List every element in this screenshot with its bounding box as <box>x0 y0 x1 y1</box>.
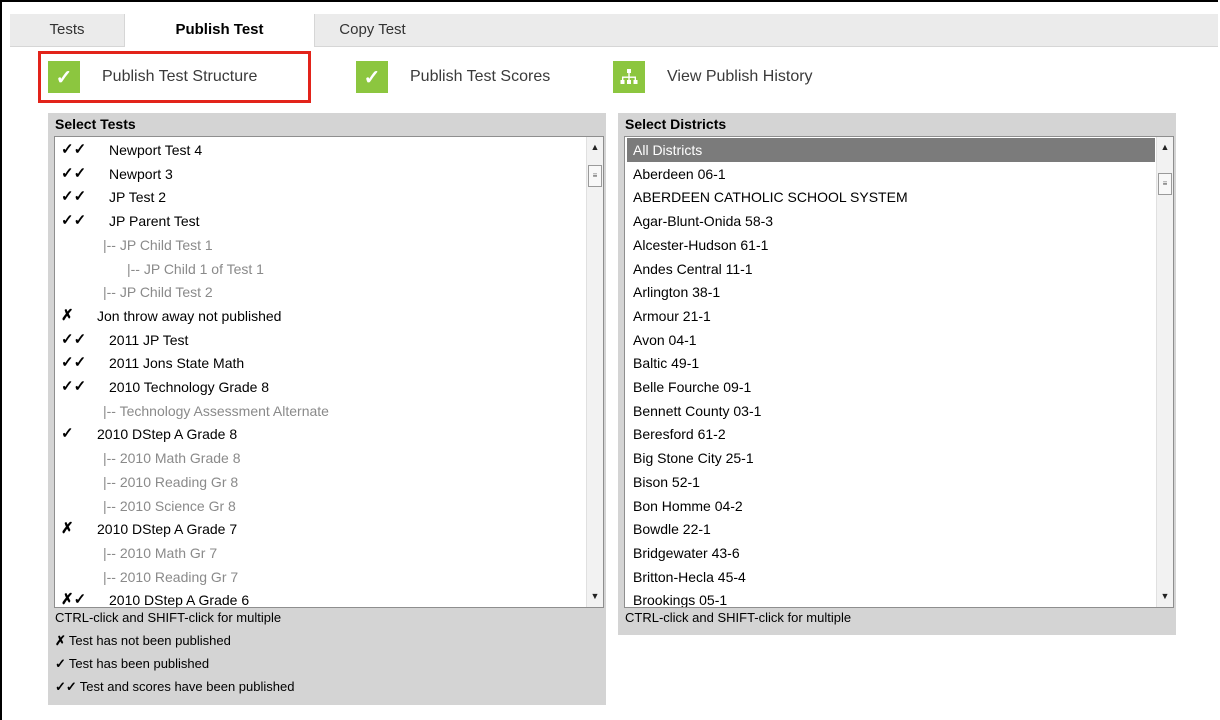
district-list-item[interactable]: Baltic 49-1 <box>627 351 1155 375</box>
double-check-icon: ✓✓ <box>55 679 77 694</box>
scroll-thumb[interactable]: ≡ <box>1158 173 1172 195</box>
district-list-item[interactable]: Bennett County 03-1 <box>627 399 1155 423</box>
publish-test-scores-label: Publish Test Scores <box>410 68 551 85</box>
district-list-item[interactable]: Andes Central 11-1 <box>627 257 1155 281</box>
test-label: |-- 2010 Reading Gr 8 <box>103 473 239 490</box>
district-list-item[interactable]: Alcester-Hudson 61-1 <box>627 233 1155 257</box>
tests-listbox[interactable]: ▲ ≡ ▼ ✓✓ Newport Test 4 ✓✓ Newport 3 ✓✓ JP Te… <box>54 136 604 608</box>
legend-scores-published: ✓✓ Test and scores have been published <box>55 679 294 695</box>
view-publish-history-button[interactable]: View Publish History <box>613 59 813 95</box>
view-publish-history-label: View Publish History <box>667 68 813 85</box>
publish-status-icon: ✓✓ <box>61 378 87 395</box>
tab-tests[interactable]: Tests <box>10 14 125 46</box>
check-icon: ✓ <box>356 61 388 93</box>
hierarchy-icon <box>613 61 645 93</box>
districts-scrollbar[interactable]: ▲ ≡ ▼ <box>1156 137 1173 607</box>
scroll-thumb[interactable]: ≡ <box>588 165 602 187</box>
publish-status-icon: ✓✓ <box>61 141 87 158</box>
test-label: JP Test 2 <box>109 189 167 206</box>
select-districts-panel: Select Districts ▲ ≡ ▼ All Districts Aber… <box>618 113 1176 635</box>
district-list-item[interactable]: Bridgewater 43-6 <box>627 541 1155 565</box>
publish-status-icon: ✗ <box>61 520 74 538</box>
tab-copy-test[interactable]: Copy Test <box>315 14 430 46</box>
hierarchy-icon-graphic <box>620 69 638 84</box>
tests-hint: CTRL-click and SHIFT-click for multiple <box>55 610 282 625</box>
publish-test-structure-label: Publish Test Structure <box>102 68 258 85</box>
district-list-item[interactable]: Armour 21-1 <box>627 304 1155 328</box>
tab-bar: Tests Publish Test Copy Test <box>10 14 1218 47</box>
publish-test-structure-button[interactable]: ✓ Publish Test Structure <box>48 59 257 95</box>
district-list-item[interactable]: Bon Homme 04-2 <box>627 494 1155 518</box>
district-list-item[interactable]: Belle Fourche 09-1 <box>627 375 1155 399</box>
district-list-item[interactable]: Arlington 38-1 <box>627 280 1155 304</box>
publish-status-icon: ✗✓ <box>61 591 87 608</box>
select-tests-title: Select Tests <box>55 116 136 132</box>
test-label: 2011 JP Test <box>109 331 189 348</box>
test-label: |-- JP Child Test 1 <box>103 236 213 253</box>
check-icon: ✓ <box>48 61 80 93</box>
publish-status-icon: ✓ <box>61 425 74 443</box>
publish-status-icon: ✓✓ <box>61 354 87 372</box>
test-label: 2011 Jons State Math <box>109 355 245 372</box>
test-label: |-- JP Child 1 of Test 1 <box>127 260 264 277</box>
districts-hint: CTRL-click and SHIFT-click for multiple <box>625 610 852 625</box>
district-list-item[interactable]: All Districts <box>627 138 1155 162</box>
district-list-item[interactable]: Bowdle 22-1 <box>627 517 1155 541</box>
scroll-up-icon[interactable]: ▲ <box>1157 139 1173 156</box>
legend-text: Test has not been published <box>68 633 231 648</box>
publish-status-icon: ✓✓ <box>61 164 87 182</box>
test-label: Jon throw away not published <box>97 307 282 324</box>
district-list-item[interactable]: Avon 04-1 <box>627 328 1155 352</box>
test-label: 2010 Technology Grade 8 <box>109 379 270 395</box>
test-label: 2010 DStep A Grade 7 <box>97 521 238 538</box>
publish-status-icon: ✗ <box>61 306 74 324</box>
scroll-down-icon[interactable]: ▼ <box>587 588 603 605</box>
test-label: |-- 2010 Science Gr 8 <box>103 497 236 514</box>
scroll-down-icon[interactable]: ▼ <box>1157 588 1173 605</box>
test-label: |-- JP Child Test 2 <box>103 284 213 301</box>
test-label: |-- 2010 Reading Gr 7 <box>103 568 239 585</box>
tab-publish-test[interactable]: Publish Test <box>125 14 315 47</box>
district-list-item[interactable]: ABERDEEN CATHOLIC SCHOOL SYSTEM <box>627 185 1155 209</box>
district-list-item[interactable]: Aberdeen 06-1 <box>627 162 1155 186</box>
legend-text: Test has been published <box>68 656 210 671</box>
tests-scrollbar[interactable]: ▲ ≡ ▼ <box>586 137 603 607</box>
publish-status-icon: ✓✓ <box>61 188 87 206</box>
test-label: Newport Test 4 <box>109 142 203 158</box>
test-label: Newport 3 <box>109 165 173 182</box>
select-tests-panel: Select Tests ▲ ≡ ▼ ✓✓ Newport Test 4 ✓✓ New… <box>48 113 606 705</box>
district-list-item[interactable]: Bison 52-1 <box>627 470 1155 494</box>
districts-listbox[interactable]: ▲ ≡ ▼ All Districts Aberdeen 06-1 ABERDEEN… <box>624 136 1174 608</box>
select-districts-title: Select Districts <box>625 116 727 132</box>
district-list-item[interactable]: Brookings 05-1 <box>627 588 1155 607</box>
district-list-item[interactable]: Agar-Blunt-Onida 58-3 <box>627 209 1155 233</box>
legend-published: ✓ Test has been published <box>55 656 209 672</box>
scroll-up-icon[interactable]: ▲ <box>587 139 603 156</box>
test-label: |-- Technology Assessment Alternate <box>103 402 329 419</box>
test-label: 2010 DStep A Grade 8 <box>97 426 238 443</box>
district-list-item[interactable]: Britton-Hecla 45-4 <box>627 565 1155 589</box>
test-label: 2010 DStep A Grade 6 <box>109 592 250 608</box>
legend-not-published: ✗ Test has not been published <box>55 633 231 649</box>
publish-test-scores-button[interactable]: ✓ Publish Test Scores <box>356 59 550 95</box>
test-label: |-- 2010 Math Gr 7 <box>103 544 218 561</box>
check-icon: ✓ <box>55 656 66 671</box>
legend-text: Test and scores have been published <box>79 679 295 694</box>
test-label: JP Parent Test <box>109 213 200 230</box>
publish-status-icon: ✓✓ <box>61 212 87 230</box>
action-bar: ✓ Publish Test Structure ✓ Publish Test … <box>10 47 1218 109</box>
publish-status-icon: ✓✓ <box>61 330 87 348</box>
cross-icon: ✗ <box>55 633 66 648</box>
district-list-item[interactable]: Beresford 61-2 <box>627 422 1155 446</box>
district-list-item[interactable]: Big Stone City 25-1 <box>627 446 1155 470</box>
test-label: |-- 2010 Math Grade 8 <box>103 450 241 467</box>
